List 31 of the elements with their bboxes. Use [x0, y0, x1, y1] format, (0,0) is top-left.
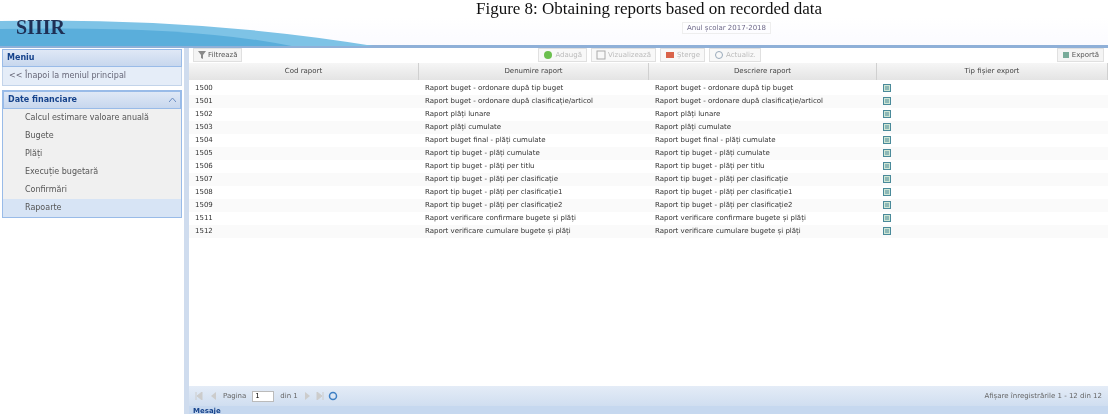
sidebar-item[interactable]: Confirmări: [3, 181, 181, 199]
collapse-icon[interactable]: [169, 96, 176, 103]
spreadsheet-icon[interactable]: [883, 213, 891, 222]
spreadsheet-icon[interactable]: [883, 96, 891, 105]
sidebar-item[interactable]: Bugete: [3, 127, 181, 145]
spreadsheet-icon[interactable]: [883, 161, 891, 170]
panel-title: Meniu: [7, 52, 35, 64]
sidebar-item[interactable]: Plăți: [3, 145, 181, 163]
spreadsheet-icon[interactable]: [883, 135, 891, 144]
app-logo: SIIIR: [16, 17, 65, 37]
sidebar-item[interactable]: Rapoarte: [3, 199, 181, 217]
spreadsheet-icon[interactable]: [883, 187, 891, 196]
refresh-icon[interactable]: [327, 391, 338, 401]
spreadsheet-icon[interactable]: [883, 148, 891, 157]
filter-icon: [198, 51, 206, 59]
export-icon: [1061, 51, 1070, 59]
section-title: Date financiare: [8, 94, 78, 106]
back-link[interactable]: << Înapoi la meniul principal: [2, 67, 182, 86]
delete-icon: [665, 50, 676, 60]
spreadsheet-icon[interactable]: [883, 174, 891, 183]
spreadsheet-icon[interactable]: [883, 122, 891, 131]
refresh-icon: [714, 50, 725, 60]
spreadsheet-icon[interactable]: [883, 83, 891, 92]
view-icon: [595, 50, 606, 60]
spreadsheet-icon[interactable]: [883, 109, 891, 118]
spreadsheet-icon[interactable]: [883, 200, 891, 209]
sidebar-item[interactable]: Calcul estimare valoare anuală: [3, 109, 181, 127]
spreadsheet-icon[interactable]: [883, 226, 891, 235]
section-header[interactable]: Date financiare: [3, 91, 181, 109]
sidebar-item[interactable]: Execuție bugetară: [3, 163, 181, 181]
add-icon: [543, 50, 554, 60]
